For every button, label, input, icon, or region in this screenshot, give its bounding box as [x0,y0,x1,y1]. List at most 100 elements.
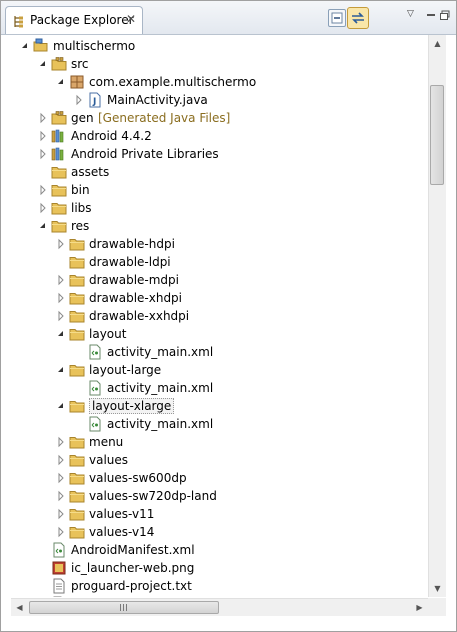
expanded-arrow-icon[interactable] [55,397,67,415]
collapse-all-icon[interactable] [328,9,346,27]
expanded-arrow-icon[interactable] [19,37,31,55]
xml-file-icon [87,416,103,432]
collapsed-arrow-icon[interactable] [55,433,67,451]
folder-icon [69,254,85,270]
view-header: Package Explorer ✕ ▽ [1,1,456,35]
tree-item-label: drawable-hdpi [89,237,175,251]
tree-item[interactable]: project.properties [1,595,428,597]
link-with-editor-icon[interactable] [347,7,369,29]
collapsed-arrow-icon[interactable] [55,271,67,289]
collapsed-arrow-icon[interactable] [55,487,67,505]
tree-item[interactable]: res [1,217,428,235]
tab-package-explorer[interactable]: Package Explorer ✕ [5,6,143,34]
xml-file-icon [87,344,103,360]
close-icon[interactable]: ✕ [126,12,136,26]
tree-item[interactable]: assets [1,163,428,181]
collapsed-arrow-icon[interactable] [55,469,67,487]
tree-item[interactable]: Android 4.4.2 [1,127,428,145]
tree-item[interactable]: drawable-xhdpi [1,289,428,307]
package-icon [69,74,85,90]
image-file-icon [51,560,67,576]
expanded-arrow-icon[interactable] [37,55,49,73]
tree-item[interactable]: drawable-ldpi [1,253,428,271]
collapsed-arrow-icon[interactable] [55,289,67,307]
tree-item[interactable]: menu [1,433,428,451]
tree-item[interactable]: values-sw600dp [1,469,428,487]
tree-item[interactable]: Android Private Libraries [1,145,428,163]
tree-item[interactable]: values [1,451,428,469]
horizontal-scrollbar[interactable]: ◀ ▶ [11,598,428,616]
folder-icon [69,290,85,306]
expanded-arrow-icon[interactable] [37,217,49,235]
tree-item[interactable]: layout [1,325,428,343]
scroll-right-icon[interactable]: ▶ [411,599,428,616]
tree-item-label: activity_main.xml [107,381,214,395]
tree-item[interactable]: bin [1,181,428,199]
collapsed-arrow-icon[interactable] [55,451,67,469]
tree-item[interactable]: multischermo [1,37,428,55]
tree-item[interactable]: drawable-mdpi [1,271,428,289]
tree-item[interactable]: libs [1,199,428,217]
folder-icon [69,452,85,468]
collapsed-arrow-icon[interactable] [55,307,67,325]
tree-item[interactable]: ic_launcher-web.png [1,559,428,577]
folder-icon [69,326,85,342]
tree-item-label: drawable-ldpi [89,255,171,269]
tree-item[interactable]: layout-large [1,361,428,379]
collapsed-arrow-icon[interactable] [37,127,49,145]
tree-item-label: gen [71,111,94,125]
scroll-down-icon[interactable]: ▼ [429,580,446,597]
tree-item[interactable]: layout-xlarge [1,397,428,415]
tree-item[interactable]: proguard-project.txt [1,577,428,595]
project-icon [33,38,49,54]
folder-icon [51,164,67,180]
tree-item[interactable]: drawable-hdpi [1,235,428,253]
scroll-up-icon[interactable]: ▲ [429,35,446,52]
collapsed-arrow-icon[interactable] [37,199,49,217]
collapsed-arrow-icon[interactable] [37,145,49,163]
svg-text:J: J [92,97,96,107]
java-file-icon: J [87,92,103,108]
expanded-arrow-icon[interactable] [55,73,67,91]
xml-file-icon [87,380,103,396]
tree-item[interactable]: src [1,55,428,73]
tree-item[interactable]: activity_main.xml [1,415,428,433]
view-menu-icon[interactable]: ▽ [407,9,425,27]
view-title: Package Explorer [30,13,134,27]
tree-item-label: proguard-project.txt [71,579,192,593]
tree-item[interactable]: values-v11 [1,505,428,523]
folder-icon [51,200,67,216]
horizontal-scroll-thumb[interactable] [29,601,219,614]
collapsed-arrow-icon[interactable] [37,109,49,127]
tree-item-label: activity_main.xml [107,345,214,359]
vertical-scroll-thumb[interactable] [430,85,444,185]
vertical-scrollbar[interactable]: ▲ ▼ [428,35,446,597]
package-explorer-icon [13,15,25,31]
expanded-arrow-icon[interactable] [55,325,67,343]
tree-item[interactable]: activity_main.xml [1,379,428,397]
tree-item[interactable]: values-sw720dp-land [1,487,428,505]
tree-item[interactable]: AndroidManifest.xml [1,541,428,559]
library-icon [51,128,67,144]
expanded-arrow-icon[interactable] [55,361,67,379]
collapsed-arrow-icon[interactable] [37,181,49,199]
tree-item[interactable]: values-v14 [1,523,428,541]
maximize-icon[interactable] [439,9,457,27]
scroll-left-icon[interactable]: ◀ [11,599,28,616]
collapsed-arrow-icon[interactable] [55,505,67,523]
folder-icon [69,308,85,324]
tree-item[interactable]: drawable-xxhdpi [1,307,428,325]
tree-item-label: values-sw600dp [89,471,187,485]
tree-item[interactable]: activity_main.xml [1,343,428,361]
tree-item-decoration: [Generated Java Files] [98,111,231,125]
tree-item[interactable]: gen [Generated Java Files] [1,109,428,127]
tree-item[interactable]: com.example.multischermo [1,73,428,91]
tree-item-label: multischermo [53,39,136,53]
tree-item-label: values-v14 [89,525,155,539]
collapsed-arrow-icon[interactable] [55,523,67,541]
collapsed-arrow-icon[interactable] [55,235,67,253]
text-file-icon [51,578,67,594]
tree-item-label: res [71,219,90,233]
tree-item[interactable]: J MainActivity.java [1,91,428,109]
collapsed-arrow-icon[interactable] [73,91,85,109]
